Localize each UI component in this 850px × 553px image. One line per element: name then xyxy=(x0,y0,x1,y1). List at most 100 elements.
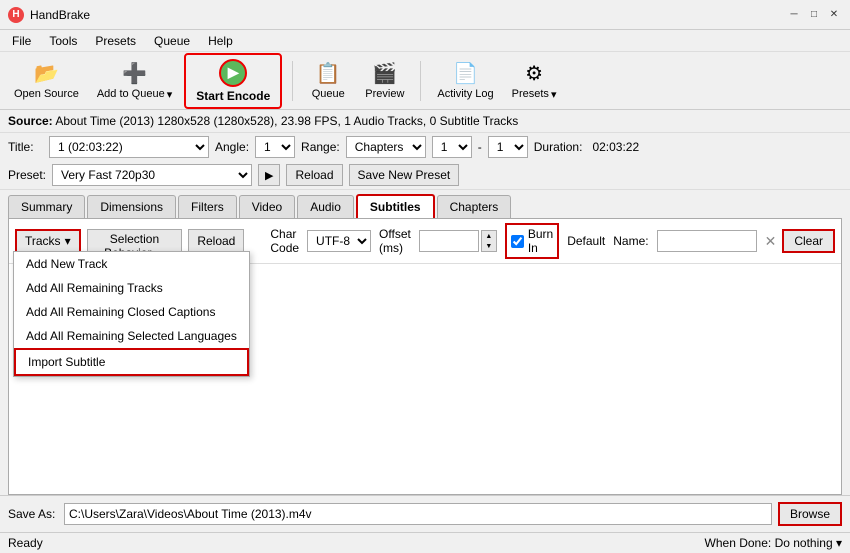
menu-queue[interactable]: Queue xyxy=(146,32,198,50)
char-code-label: Char Code xyxy=(270,227,299,255)
title-select[interactable]: 1 (02:03:22) xyxy=(49,136,209,158)
presets-icon: ⚙ xyxy=(525,61,543,86)
burn-in-checkbox[interactable] xyxy=(511,235,524,248)
tab-chapters[interactable]: Chapters xyxy=(437,195,512,218)
when-done-label: When Done: xyxy=(705,536,772,550)
range-label: Range: xyxy=(301,140,340,154)
angle-select[interactable]: 1 xyxy=(255,136,295,158)
chapter-start-select[interactable]: 1 xyxy=(432,136,472,158)
browse-button[interactable]: Browse xyxy=(778,502,842,526)
offset-spinner: ▲ ▼ xyxy=(481,230,497,252)
when-done-value: Do nothing xyxy=(775,536,833,550)
play-icon: ▶ xyxy=(219,59,247,87)
dropdown-add-closed-captions[interactable]: Add All Remaining Closed Captions xyxy=(14,300,249,324)
preset-label: Preset: xyxy=(8,168,46,182)
add-queue-arrow-icon: ▾ xyxy=(167,88,173,101)
remove-track-button[interactable]: ✕ xyxy=(765,233,777,250)
toolbar-separator-2 xyxy=(420,61,421,101)
preset-select[interactable]: Very Fast 720p30 xyxy=(52,164,252,186)
tabs-bar: Summary Dimensions Filters Video Audio S… xyxy=(0,190,850,218)
menu-help[interactable]: Help xyxy=(200,32,241,50)
title-bar: H HandBrake ─ □ ✕ xyxy=(0,0,850,30)
chapter-end-select[interactable]: 1 xyxy=(488,136,528,158)
activity-log-button[interactable]: 📄 Activity Log xyxy=(431,57,499,104)
tab-video[interactable]: Video xyxy=(239,195,295,218)
tab-summary[interactable]: Summary xyxy=(8,195,85,218)
subtitles-toolbar: Tracks ▾ Selection Behavior ... Reload C… xyxy=(9,219,841,264)
burn-in-label: Burn In xyxy=(528,227,553,255)
app-icon: H xyxy=(8,7,24,23)
offset-input[interactable] xyxy=(419,230,479,252)
start-encode-button[interactable]: ▶ Start Encode xyxy=(184,53,282,109)
folder-open-icon: 📂 xyxy=(34,61,59,86)
dropdown-add-selected-languages[interactable]: Add All Remaining Selected Languages xyxy=(14,324,249,348)
add-queue-icon: ➕ xyxy=(122,61,147,86)
burn-in-container: Burn In xyxy=(505,223,559,259)
tracks-dropdown-icon: ▾ xyxy=(65,234,71,248)
offset-label: Offset (ms) xyxy=(379,227,411,255)
tab-dimensions[interactable]: Dimensions xyxy=(87,195,176,218)
add-to-queue-button[interactable]: ➕ Add to Queue ▾ xyxy=(91,57,178,105)
tab-filters[interactable]: Filters xyxy=(178,195,237,218)
title-bar-left: H HandBrake xyxy=(8,7,90,23)
chapter-dash: - xyxy=(478,140,482,154)
range-select[interactable]: Chapters xyxy=(346,136,426,158)
status-bar: Ready When Done: Do nothing ▾ xyxy=(0,532,850,553)
window-controls: ─ □ ✕ xyxy=(786,7,842,23)
app-title: HandBrake xyxy=(30,8,90,22)
selection-behavior-button[interactable]: Selection Behavior ... xyxy=(87,229,183,253)
tracks-dropdown-menu: Add New Track Add All Remaining Tracks A… xyxy=(13,251,250,377)
menu-tools[interactable]: Tools xyxy=(41,32,85,50)
presets-arrow-icon: ▾ xyxy=(551,88,557,101)
presets-button[interactable]: ⚙ Presets ▾ xyxy=(506,57,563,105)
toolbar: 📂 Open Source ➕ Add to Queue ▾ ▶ Start E… xyxy=(0,52,850,110)
log-icon: 📄 xyxy=(453,61,478,86)
reload-subtitles-button[interactable]: Reload xyxy=(188,229,244,253)
tracks-button[interactable]: Tracks ▾ xyxy=(15,229,81,253)
offset-spin-up[interactable]: ▲ xyxy=(482,231,496,241)
default-label: Default xyxy=(567,234,605,248)
tab-subtitles[interactable]: Subtitles xyxy=(356,194,435,218)
status-text: Ready xyxy=(8,536,43,550)
save-as-label: Save As: xyxy=(8,507,58,521)
dropdown-add-all-remaining[interactable]: Add All Remaining Tracks xyxy=(14,276,249,300)
when-done-arrow-icon: ▾ xyxy=(836,536,842,550)
offset-area: ▲ ▼ xyxy=(419,230,497,252)
close-button[interactable]: ✕ xyxy=(826,7,842,23)
dropdown-import-subtitle[interactable]: Import Subtitle xyxy=(14,348,249,376)
menu-bar: File Tools Presets Queue Help xyxy=(0,30,850,52)
reload-preset-button[interactable]: Reload xyxy=(286,164,342,186)
queue-button[interactable]: 📋 Queue xyxy=(303,57,353,104)
offset-spin-down[interactable]: ▼ xyxy=(482,241,496,251)
save-as-bar: Save As: Browse xyxy=(0,495,850,532)
menu-presets[interactable]: Presets xyxy=(87,32,144,50)
duration-label: Duration: xyxy=(534,140,583,154)
preset-arrow-button[interactable]: ▶ xyxy=(258,164,280,186)
source-bar: Source: About Time (2013) 1280x528 (1280… xyxy=(0,110,850,133)
subtitle-track-controls: Char Code UTF-8 Offset (ms) ▲ ▼ xyxy=(270,223,776,259)
when-done-area: When Done: Do nothing ▾ xyxy=(705,536,842,550)
name-input[interactable] xyxy=(657,230,757,252)
name-label: Name: xyxy=(613,234,648,248)
title-row: Title: 1 (02:03:22) Angle: 1 Range: Chap… xyxy=(0,133,850,161)
tabs-and-content: Summary Dimensions Filters Video Audio S… xyxy=(0,190,850,495)
clear-button[interactable]: Clear xyxy=(782,229,835,253)
minimize-button[interactable]: ─ xyxy=(786,7,802,23)
angle-label: Angle: xyxy=(215,140,249,154)
duration-value: 02:03:22 xyxy=(592,140,639,154)
tab-audio[interactable]: Audio xyxy=(297,195,354,218)
maximize-button[interactable]: □ xyxy=(806,7,822,23)
preset-row: Preset: Very Fast 720p30 ▶ Reload Save N… xyxy=(0,161,850,190)
open-source-button[interactable]: 📂 Open Source xyxy=(8,57,85,104)
preview-button[interactable]: 🎬 Preview xyxy=(359,57,410,104)
app-window: H HandBrake ─ □ ✕ File Tools Presets Que… xyxy=(0,0,850,553)
save-as-path-input[interactable] xyxy=(64,503,772,525)
preview-icon: 🎬 xyxy=(372,61,397,86)
title-label: Title: xyxy=(8,140,43,154)
menu-file[interactable]: File xyxy=(4,32,39,50)
char-code-select[interactable]: UTF-8 xyxy=(307,230,371,252)
content-panel: Tracks ▾ Selection Behavior ... Reload C… xyxy=(8,218,842,495)
dropdown-add-new-track[interactable]: Add New Track xyxy=(14,252,249,276)
queue-icon: 📋 xyxy=(316,61,341,86)
save-preset-button[interactable]: Save New Preset xyxy=(349,164,460,186)
